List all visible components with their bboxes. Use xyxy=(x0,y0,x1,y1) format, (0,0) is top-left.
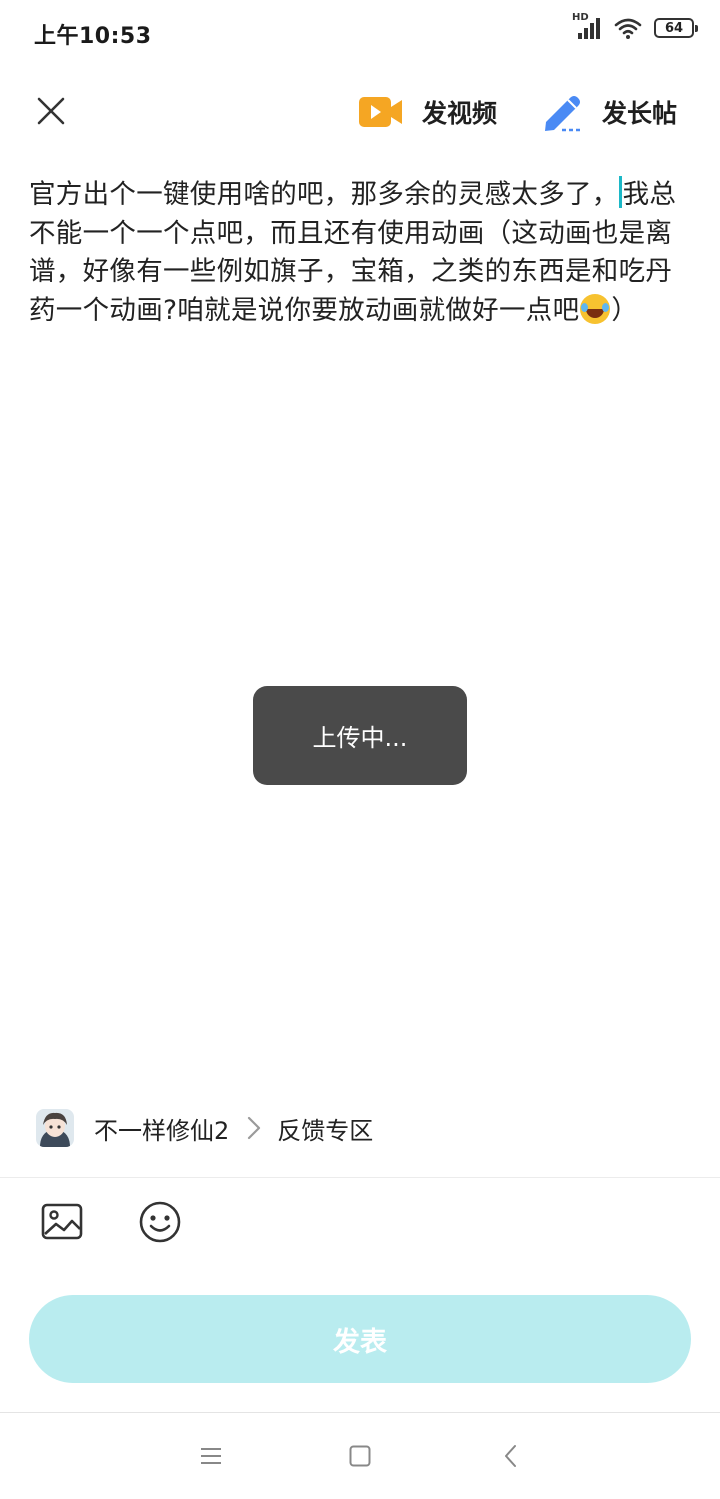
image-icon[interactable] xyxy=(40,1200,84,1244)
back-icon[interactable] xyxy=(498,1443,524,1469)
battery-icon: 64 xyxy=(654,18,698,38)
wifi-icon xyxy=(614,16,642,40)
forum-selector[interactable]: 不一样修仙2 反馈专区 xyxy=(36,1106,373,1150)
divider xyxy=(0,1177,720,1178)
emoji-icon[interactable] xyxy=(138,1200,182,1244)
long-post-label: 发长帖 xyxy=(602,99,678,128)
post-content-editor[interactable]: 官方出个一键使用啥的吧，那多余的灵感太多了， 我总不能一个一个点吧，而且还有使用动… xyxy=(29,176,693,330)
post-video-label: 发视频 xyxy=(422,99,498,128)
text-caret xyxy=(618,176,622,208)
long-post-button[interactable]: 发长帖 xyxy=(542,90,677,134)
close-icon xyxy=(37,97,65,125)
status-time: 上午10:53 xyxy=(34,24,152,49)
publish-button[interactable]: 发表 xyxy=(29,1295,691,1383)
content-text-end: ） xyxy=(611,294,639,326)
menu-icon[interactable] xyxy=(198,1443,224,1469)
status-bar: 上午10:53 HD 64 xyxy=(0,0,720,64)
close-button[interactable] xyxy=(30,90,72,132)
home-icon[interactable] xyxy=(347,1443,373,1469)
publish-label: 发表 xyxy=(333,1326,387,1358)
forum-name: 不一样修仙2 xyxy=(94,1116,230,1145)
pen-icon xyxy=(545,96,582,132)
post-video-button[interactable]: 发视频 xyxy=(358,90,497,134)
forum-section: 反馈专区 xyxy=(277,1116,374,1145)
video-camera-icon xyxy=(359,97,402,127)
system-nav-bar xyxy=(0,1412,720,1499)
attachment-toolbar xyxy=(40,1200,182,1244)
signal-icon: HD xyxy=(572,12,602,40)
top-bar: 发视频 发长帖 xyxy=(0,72,720,152)
status-icons: HD 64 xyxy=(572,12,698,40)
battery-level: 64 xyxy=(664,20,684,36)
toast-text: 上传中... xyxy=(312,724,408,752)
uploading-toast: 上传中... xyxy=(253,686,467,785)
chevron-right-icon xyxy=(247,1116,261,1140)
forum-avatar xyxy=(36,1109,74,1147)
tears-of-joy-emoji xyxy=(580,293,611,324)
content-text-before-caret: 官方出个一键使用啥的吧，那多余的灵感太多了， xyxy=(29,179,619,210)
